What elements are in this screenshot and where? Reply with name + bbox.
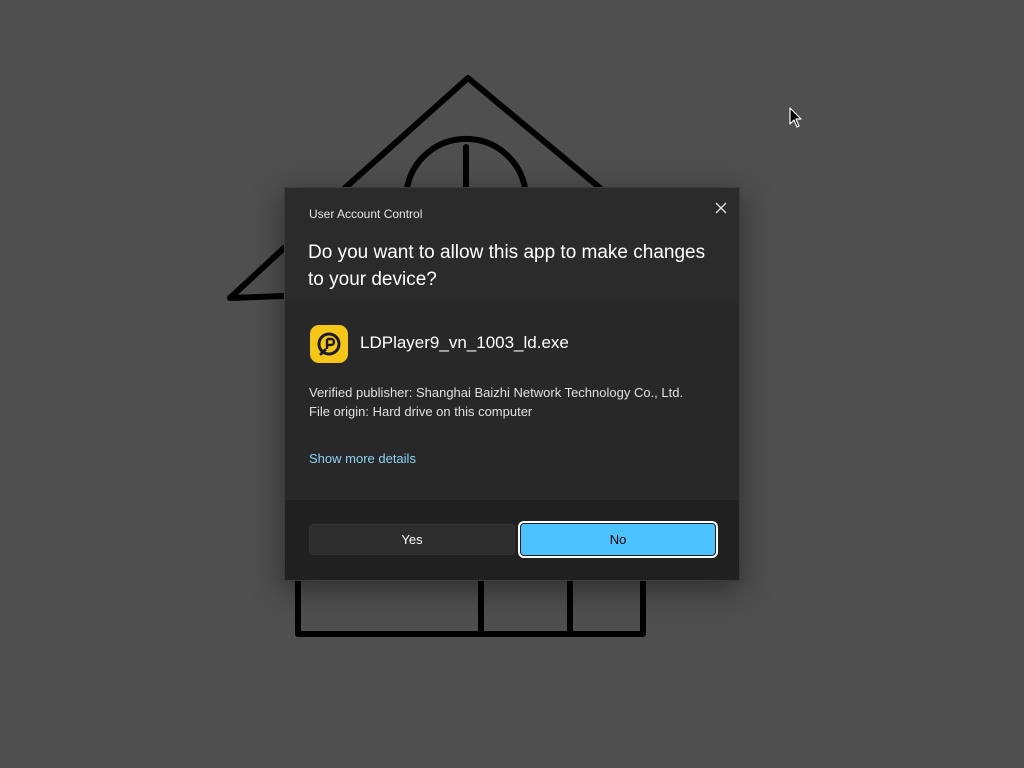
dialog-title: User Account Control	[309, 207, 423, 221]
dialog-question: Do you want to allow this app to make ch…	[308, 242, 706, 290]
show-more-details-link[interactable]: Show more details	[309, 451, 416, 466]
close-icon	[715, 202, 727, 214]
mouse-pointer-icon	[789, 107, 802, 128]
no-button[interactable]: No	[521, 524, 715, 555]
no-button-focus-ring: No	[518, 521, 718, 558]
dialog-header: User Account Control Do you want to allo…	[285, 188, 739, 303]
dialog-body: LDPlayer9_vn_1003_ld.exe Verified publis…	[285, 303, 739, 500]
yes-button[interactable]: Yes	[309, 524, 515, 555]
app-name: LDPlayer9_vn_1003_ld.exe	[360, 333, 569, 352]
file-origin: File origin: Hard drive on this computer	[309, 404, 533, 419]
ldplayer-app-icon	[310, 325, 348, 363]
verified-publisher: Verified publisher: Shanghai Baizhi Netw…	[309, 385, 684, 400]
close-button[interactable]	[709, 196, 733, 220]
uac-dialog: User Account Control Do you want to allo…	[284, 187, 740, 581]
dialog-footer: Yes No	[285, 500, 739, 580]
